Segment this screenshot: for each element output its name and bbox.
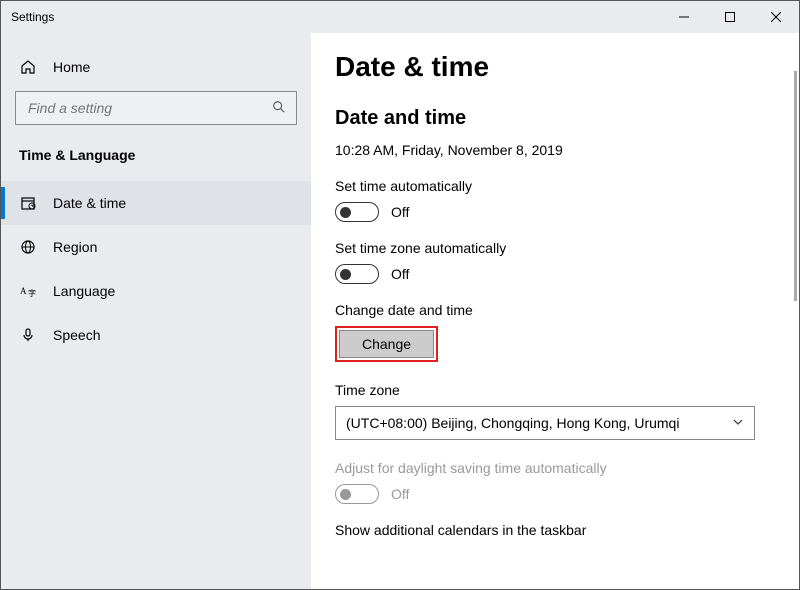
toggle-knob	[340, 269, 351, 280]
nav-home-label: Home	[53, 59, 90, 75]
sidebar-item-region[interactable]: Region	[1, 225, 311, 269]
current-datetime: 10:28 AM, Friday, November 8, 2019	[335, 142, 777, 158]
page-title: Date & time	[335, 51, 777, 83]
close-icon	[771, 12, 781, 22]
set-tz-auto-state: Off	[391, 266, 409, 282]
scrollbar[interactable]	[794, 71, 797, 301]
set-time-auto-label: Set time automatically	[335, 178, 777, 194]
nav-home[interactable]: Home	[1, 49, 311, 85]
content-pane: Date & time Date and time 10:28 AM, Frid…	[311, 33, 799, 589]
dst-state: Off	[391, 486, 409, 502]
change-dt-label: Change date and time	[335, 302, 777, 318]
set-time-auto-row: Off	[335, 202, 777, 222]
close-button[interactable]	[753, 1, 799, 33]
sidebar-category: Time & Language	[1, 143, 311, 181]
sidebar-item-date-time[interactable]: Date & time	[1, 181, 311, 225]
maximize-icon	[725, 12, 735, 22]
section-heading: Date and time	[335, 107, 777, 130]
minimize-button[interactable]	[661, 1, 707, 33]
home-icon	[19, 59, 37, 75]
sidebar-item-speech[interactable]: Speech	[1, 313, 311, 357]
sidebar: Home Time & Language Date & time Region	[1, 33, 311, 589]
mic-icon	[19, 327, 37, 343]
toggle-knob	[340, 489, 351, 500]
sidebar-item-label: Speech	[53, 327, 100, 343]
additional-cal-label: Show additional calendars in the taskbar	[335, 522, 777, 538]
dst-label: Adjust for daylight saving time automati…	[335, 460, 777, 476]
dst-row: Off	[335, 484, 777, 504]
window-title: Settings	[11, 10, 54, 24]
minimize-icon	[679, 12, 689, 22]
tz-select[interactable]: (UTC+08:00) Beijing, Chongqing, Hong Kon…	[335, 406, 755, 440]
set-tz-auto-label: Set time zone automatically	[335, 240, 777, 256]
settings-window: Settings Home	[0, 0, 800, 590]
set-time-auto-toggle[interactable]	[335, 202, 379, 222]
tz-select-value: (UTC+08:00) Beijing, Chongqing, Hong Kon…	[346, 415, 679, 431]
sidebar-item-language[interactable]: A字 Language	[1, 269, 311, 313]
search-icon	[272, 100, 286, 117]
tz-label: Time zone	[335, 382, 777, 398]
set-time-auto-state: Off	[391, 204, 409, 220]
globe-icon	[19, 239, 37, 255]
svg-text:字: 字	[28, 288, 36, 298]
toggle-knob	[340, 207, 351, 218]
maximize-button[interactable]	[707, 1, 753, 33]
sidebar-item-label: Date & time	[53, 195, 126, 211]
svg-text:A: A	[20, 286, 27, 296]
chevron-down-icon	[732, 415, 744, 431]
dst-toggle	[335, 484, 379, 504]
sidebar-item-label: Region	[53, 239, 97, 255]
highlight-box: Change	[335, 326, 438, 362]
change-button[interactable]: Change	[339, 330, 434, 358]
set-tz-auto-toggle[interactable]	[335, 264, 379, 284]
language-icon: A字	[19, 283, 37, 299]
clock-icon	[19, 195, 37, 211]
titlebar: Settings	[1, 1, 799, 33]
set-tz-auto-row: Off	[335, 264, 777, 284]
window-controls	[661, 1, 799, 33]
window-body: Home Time & Language Date & time Region	[1, 33, 799, 589]
sidebar-item-label: Language	[53, 283, 115, 299]
search-input[interactable]	[26, 99, 260, 117]
search-input-container[interactable]	[15, 91, 297, 125]
